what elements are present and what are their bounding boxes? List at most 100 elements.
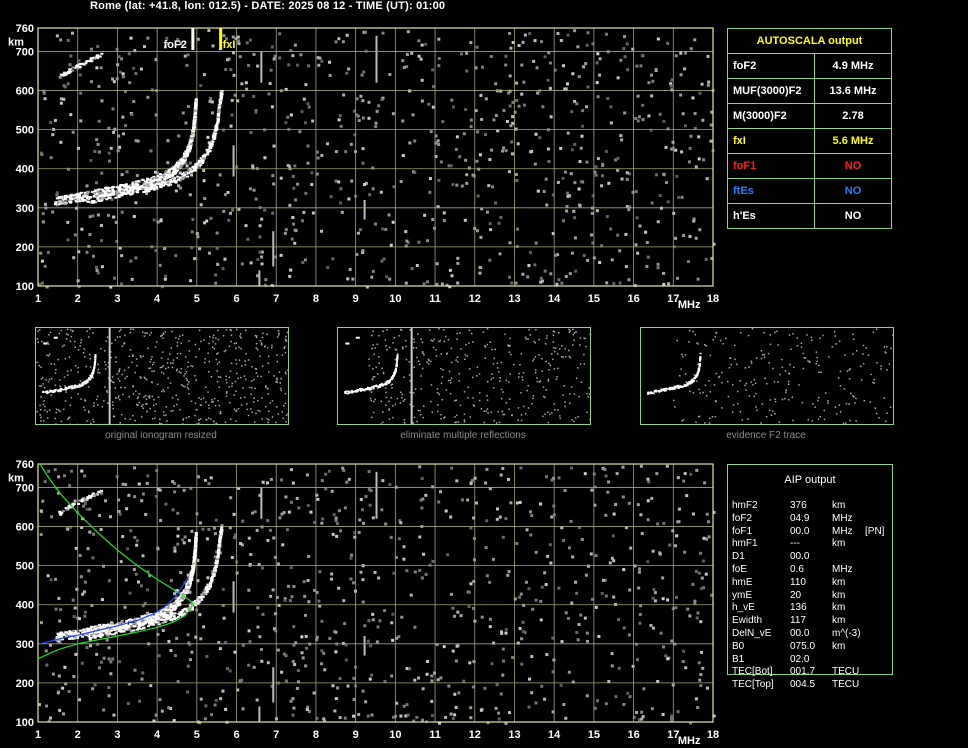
thumb-trace <box>346 392 349 395</box>
thumb-trace <box>699 358 702 360</box>
thumb-noise <box>123 369 126 372</box>
thumb-noise <box>430 339 432 342</box>
thumb-noise <box>585 345 587 348</box>
thumb-noise <box>204 358 206 360</box>
thumb-trace <box>93 366 96 369</box>
thumb-noise <box>525 338 527 340</box>
thumb-noise <box>844 422 847 424</box>
thumb-noise <box>886 369 888 371</box>
thumb-noise <box>518 372 520 375</box>
thumb-trace <box>699 352 702 355</box>
thumb-noise <box>421 367 424 370</box>
y-axis-label: km <box>8 473 24 485</box>
thumb-noise <box>380 400 382 403</box>
thumb-noise <box>778 421 781 423</box>
thumb-noise <box>564 405 566 408</box>
thumb-noise <box>440 367 442 370</box>
thumb-noise <box>212 400 214 403</box>
thumb-noise <box>116 373 119 375</box>
thumb-noise <box>673 399 675 402</box>
trace-point <box>211 575 215 578</box>
trace-point <box>81 62 85 65</box>
thumb-noise <box>184 385 186 388</box>
thumb-noise <box>573 393 576 395</box>
thumb-noise <box>187 361 190 364</box>
thumb-noise <box>423 354 425 356</box>
trace-point <box>166 606 170 609</box>
thumb-noise <box>203 339 205 341</box>
thumb-noise <box>266 346 269 349</box>
thumb-noise <box>435 355 438 357</box>
thumb-noise <box>149 407 152 410</box>
thumb-noise <box>166 420 168 422</box>
thumb-noise <box>115 360 117 363</box>
marker-label-fof2: foF2 <box>164 39 187 51</box>
trace-point <box>219 98 223 101</box>
thumb-noise <box>892 334 894 337</box>
thumb-noise <box>219 376 222 379</box>
thumb-noise <box>210 418 212 420</box>
thumb-noise <box>731 411 734 413</box>
autoscala-label: h'Es <box>727 203 815 229</box>
trace-point <box>70 198 74 201</box>
thumb-noise <box>89 366 92 368</box>
thumb-noise <box>416 333 419 335</box>
thumb-noise <box>211 398 213 401</box>
thumb-noise <box>208 342 210 345</box>
thumb-noise <box>69 404 72 407</box>
thumb-noise <box>446 423 449 426</box>
aip-label: hmE <box>732 576 753 588</box>
thumb-noise <box>225 349 227 352</box>
thumb-noise <box>267 393 270 395</box>
thumb-noise <box>208 360 210 363</box>
thumb-noise <box>106 336 109 338</box>
trace-point <box>171 176 175 179</box>
thumb-noise <box>712 338 715 341</box>
thumb-noise <box>559 417 561 420</box>
trace-point <box>89 636 93 639</box>
thumb-noise <box>422 352 424 355</box>
thumb-noise <box>862 363 865 365</box>
thumb-noise <box>115 356 117 359</box>
autoscala-value: 5.6 MHz <box>814 128 892 154</box>
thumb-noise <box>834 406 837 408</box>
thumb-noise <box>74 365 77 367</box>
trace-point <box>128 184 132 187</box>
thumb-noise <box>579 363 582 365</box>
x-tick-label: 9 <box>353 729 359 741</box>
thumb-noise <box>747 334 750 337</box>
trace-point <box>192 566 196 569</box>
aip-unit: km <box>832 576 846 588</box>
thumb-trace <box>363 389 366 392</box>
thumb-noise <box>415 347 418 349</box>
thumb-noise <box>388 418 391 420</box>
thumb-noise <box>785 391 787 393</box>
thumb-trace <box>77 386 80 388</box>
thumb-noise <box>97 404 99 406</box>
thumb-noise <box>45 379 47 381</box>
thumb-noise <box>162 388 165 391</box>
trace-point <box>94 633 98 636</box>
thumb-noise <box>767 352 770 355</box>
thumb-noise <box>816 360 818 363</box>
thumb-noise <box>213 420 215 423</box>
thumb-noise <box>855 350 858 352</box>
thumb-noise <box>212 340 214 343</box>
thumb-noise <box>261 336 264 339</box>
thumb-noise <box>136 403 138 406</box>
trace-point <box>192 564 196 567</box>
trace-point <box>181 176 185 179</box>
thumb-noise <box>120 386 122 389</box>
thumb-noise <box>413 416 416 419</box>
thumb-noise <box>573 332 576 334</box>
aip-unit: MHz <box>832 525 853 537</box>
aip-label: Ewidth <box>732 615 763 627</box>
thumb-noise <box>139 355 142 357</box>
thumb-noise <box>465 343 467 346</box>
thumb-noise <box>122 393 124 396</box>
trace-point <box>186 175 190 178</box>
thumb-noise <box>751 328 754 330</box>
thumb-noise <box>536 380 539 383</box>
aip-value: 0.6 <box>790 564 804 575</box>
thumb-noise <box>247 414 250 417</box>
